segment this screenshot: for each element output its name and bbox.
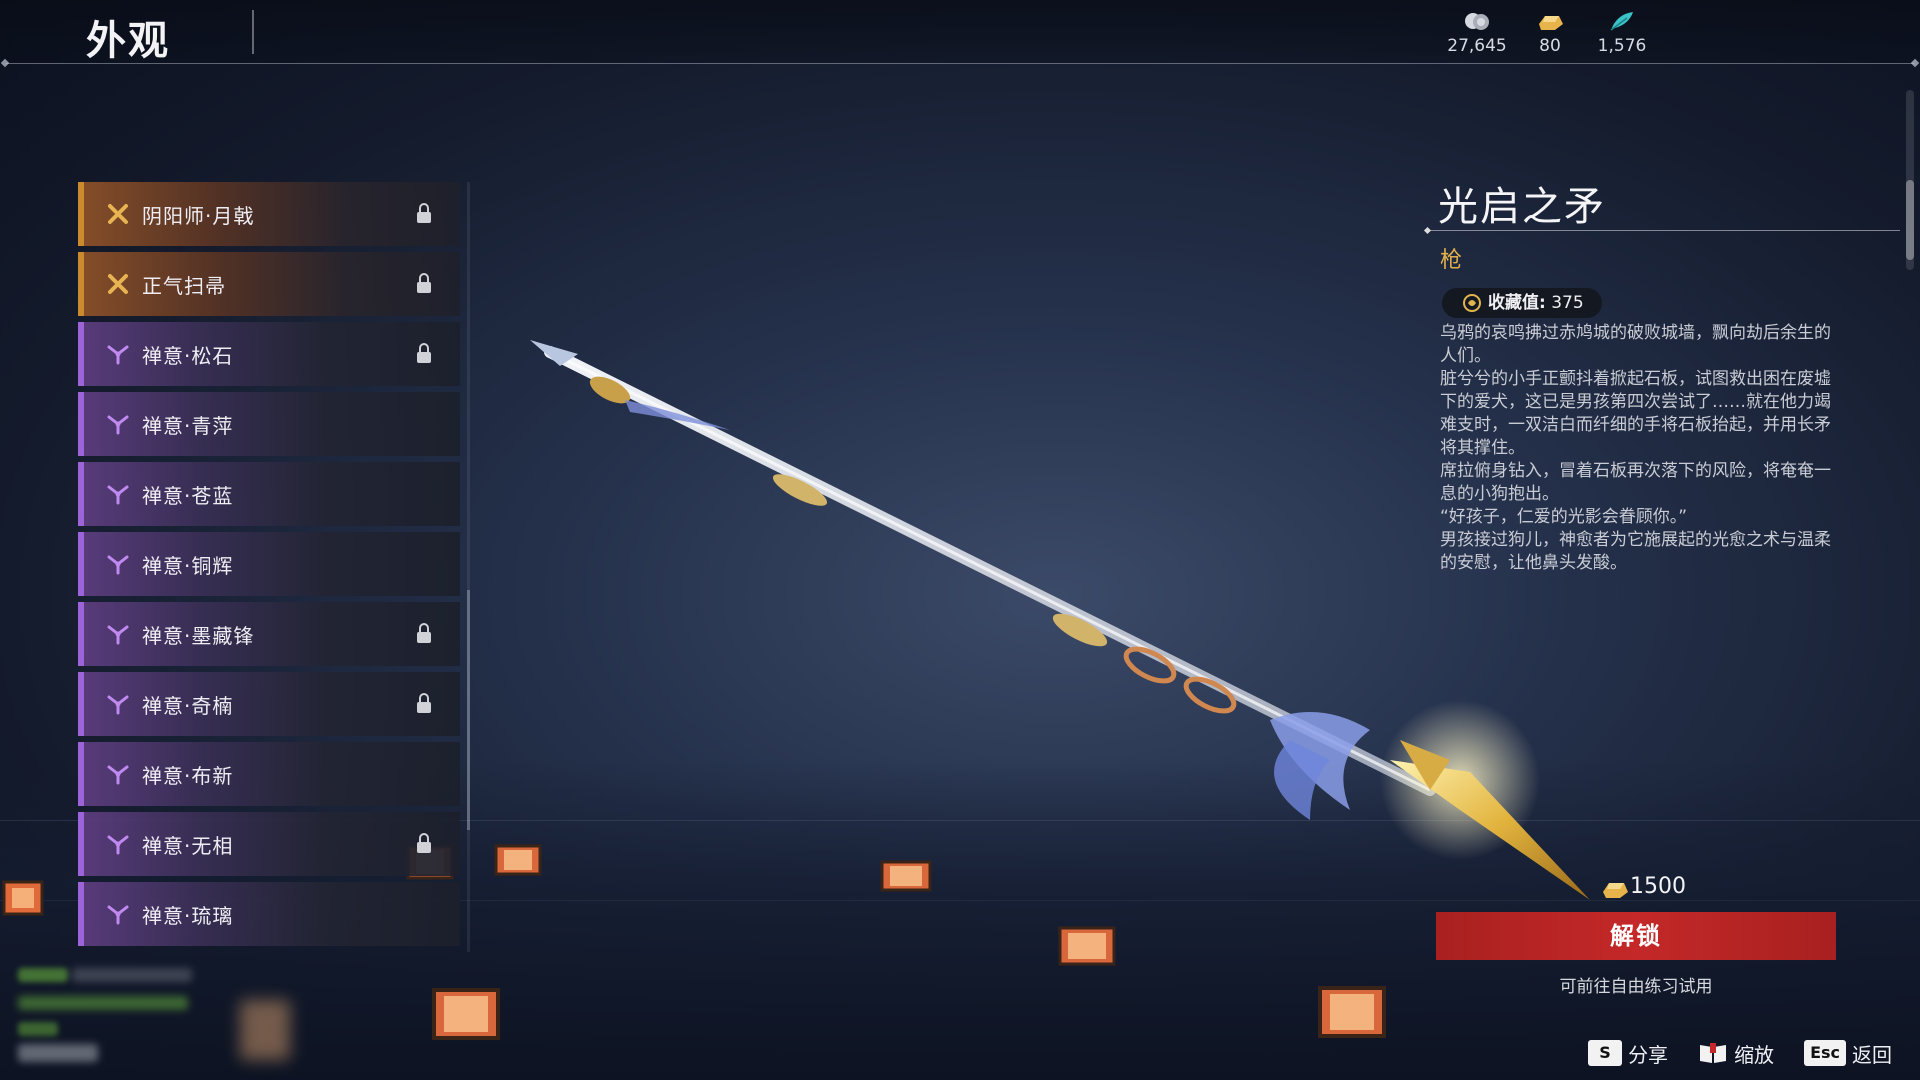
floating-lantern	[1058, 926, 1116, 966]
back-hotkey[interactable]: Esc 返回	[1804, 1039, 1892, 1068]
blurred-chat	[72, 968, 192, 982]
title-underline	[1428, 230, 1900, 231]
unlock-button[interactable]: 解锁	[1436, 912, 1836, 960]
lock-icon	[417, 203, 431, 223]
page-title: 外观	[86, 18, 170, 64]
item-name: 光启之矛	[1438, 184, 1606, 230]
list-scrollbar[interactable]	[467, 182, 470, 952]
silver-coin-icon	[1465, 13, 1489, 30]
floating-lantern	[2, 880, 44, 916]
title-divider	[252, 10, 254, 54]
lock-icon	[417, 833, 431, 853]
item-label: 禅意·无相	[142, 834, 234, 858]
list-item[interactable]: 禅意·布新	[78, 742, 460, 806]
description-paragraph: 席拉俯身钻入，冒着石板再次落下的风险，将奄奄一息的小狗抱出。	[1440, 461, 1831, 504]
item-description: 乌鸦的哀鸣拂过赤鸠城的破败城墙，飘向劫后余生的人们。 脏兮兮的小手正颤抖着掀起石…	[1440, 322, 1840, 575]
item-label: 禅意·铜辉	[142, 554, 234, 578]
item-label: 正气扫帚	[142, 274, 226, 298]
list-scrollbar-thumb[interactable]	[467, 590, 470, 830]
feather-icon	[1610, 12, 1633, 31]
collection-value-badge: 收藏值: 375	[1442, 288, 1602, 318]
gold-ingot-icon	[1539, 16, 1563, 30]
hotkey-label: 返回	[1852, 1042, 1892, 1067]
currency-silver: 27,645	[1437, 10, 1517, 56]
price-value: 1500	[1630, 874, 1686, 899]
blurred-chat	[18, 996, 188, 1010]
purple-rarity-icon	[107, 555, 129, 575]
s-key: S	[1588, 1040, 1623, 1066]
item-label: 禅意·松石	[142, 344, 234, 368]
zoom-hotkey[interactable]: 缩放	[1698, 1039, 1774, 1068]
list-item[interactable]: 禅意·奇楠	[78, 672, 460, 736]
top-bar: 外观 27,645 80 1,576	[0, 0, 1920, 64]
currency-feather: 1,576	[1582, 10, 1662, 56]
appearance-item-list: 阴阳师·月戟 正气扫帚 禅意·松石 禅意·青萍 禅意·苍蓝 禅意·铜辉 禅意·墨…	[78, 182, 460, 952]
lock-icon	[417, 273, 431, 293]
blurred-chat	[18, 1022, 58, 1036]
purple-rarity-icon	[107, 765, 129, 785]
side-scroll-indicator	[1906, 90, 1914, 270]
list-item[interactable]: 禅意·松石	[78, 322, 460, 386]
trial-hint-link[interactable]: 可前往自由练习试用	[1436, 972, 1836, 997]
lock-icon	[417, 693, 431, 713]
purple-rarity-icon	[107, 345, 129, 365]
item-label: 禅意·苍蓝	[142, 484, 234, 508]
list-item[interactable]: 禅意·铜辉	[78, 532, 460, 596]
purple-rarity-icon	[107, 415, 129, 435]
blurred-chat	[240, 1000, 290, 1060]
description-paragraph: 乌鸦的哀鸣拂过赤鸠城的破败城墙，飘向劫后余生的人们。	[1440, 323, 1831, 366]
blurred-chat	[18, 1044, 98, 1062]
collection-icon	[1463, 294, 1481, 312]
item-label: 禅意·青萍	[142, 414, 234, 438]
orange-rarity-icon	[108, 204, 128, 224]
list-item[interactable]: 正气扫帚	[78, 252, 460, 316]
purple-rarity-icon	[107, 485, 129, 505]
lock-icon	[417, 343, 431, 363]
purple-rarity-icon	[107, 625, 129, 645]
description-paragraph: 脏兮兮的小手正颤抖着掀起石板，试图救出困在废墟下的爱犬，这已是男孩第四次尝试了……	[1440, 369, 1831, 458]
collection-label: 收藏值:	[1488, 293, 1546, 313]
share-hotkey[interactable]: S 分享	[1588, 1039, 1668, 1068]
currency-value: 80	[1539, 36, 1561, 56]
description-paragraph: 男孩接过狗儿，神愈者为它施展起的光愈之术与温柔的安慰，让他鼻头发酸。	[1440, 530, 1831, 573]
list-item[interactable]: 禅意·无相	[78, 812, 460, 876]
purple-rarity-icon	[107, 695, 129, 715]
item-label: 禅意·奇楠	[142, 694, 234, 718]
list-item[interactable]: 阴阳师·月戟	[78, 182, 460, 246]
top-divider-line	[6, 63, 1914, 64]
item-label: 禅意·琉璃	[142, 904, 234, 928]
hotkey-label: 分享	[1628, 1042, 1669, 1067]
hotkey-label: 缩放	[1734, 1042, 1775, 1067]
purple-rarity-icon	[107, 835, 129, 855]
orange-rarity-icon	[108, 274, 128, 294]
floating-lantern	[432, 988, 500, 1040]
weapon-type: 枪	[1440, 248, 1463, 273]
list-item[interactable]: 禅意·苍蓝	[78, 462, 460, 526]
currency-gold: 80	[1510, 10, 1590, 56]
item-label: 禅意·布新	[142, 764, 234, 788]
description-paragraph: “好孩子，仁爱的光影会眷顾你。”	[1440, 507, 1688, 527]
currency-value: 1,576	[1597, 36, 1647, 56]
book-icon	[1700, 1043, 1727, 1063]
lock-icon	[417, 623, 431, 643]
list-item[interactable]: 禅意·琉璃	[78, 882, 460, 946]
blurred-chat	[18, 968, 68, 982]
gold-ingot-icon	[1603, 883, 1628, 898]
list-item[interactable]: 禅意·青萍	[78, 392, 460, 456]
floating-lantern	[1318, 986, 1386, 1038]
item-label: 禅意·墨藏锋	[142, 624, 255, 648]
collection-value: 375	[1551, 293, 1584, 313]
list-item[interactable]: 禅意·墨藏锋	[78, 602, 460, 666]
currency-value: 27,645	[1447, 36, 1507, 56]
esc-key: Esc	[1804, 1040, 1846, 1066]
purple-rarity-icon	[107, 905, 129, 925]
hotkey-bar: S 分享 缩放 Esc 返回	[1588, 1036, 1892, 1070]
item-label: 阴阳师·月戟	[142, 204, 255, 228]
